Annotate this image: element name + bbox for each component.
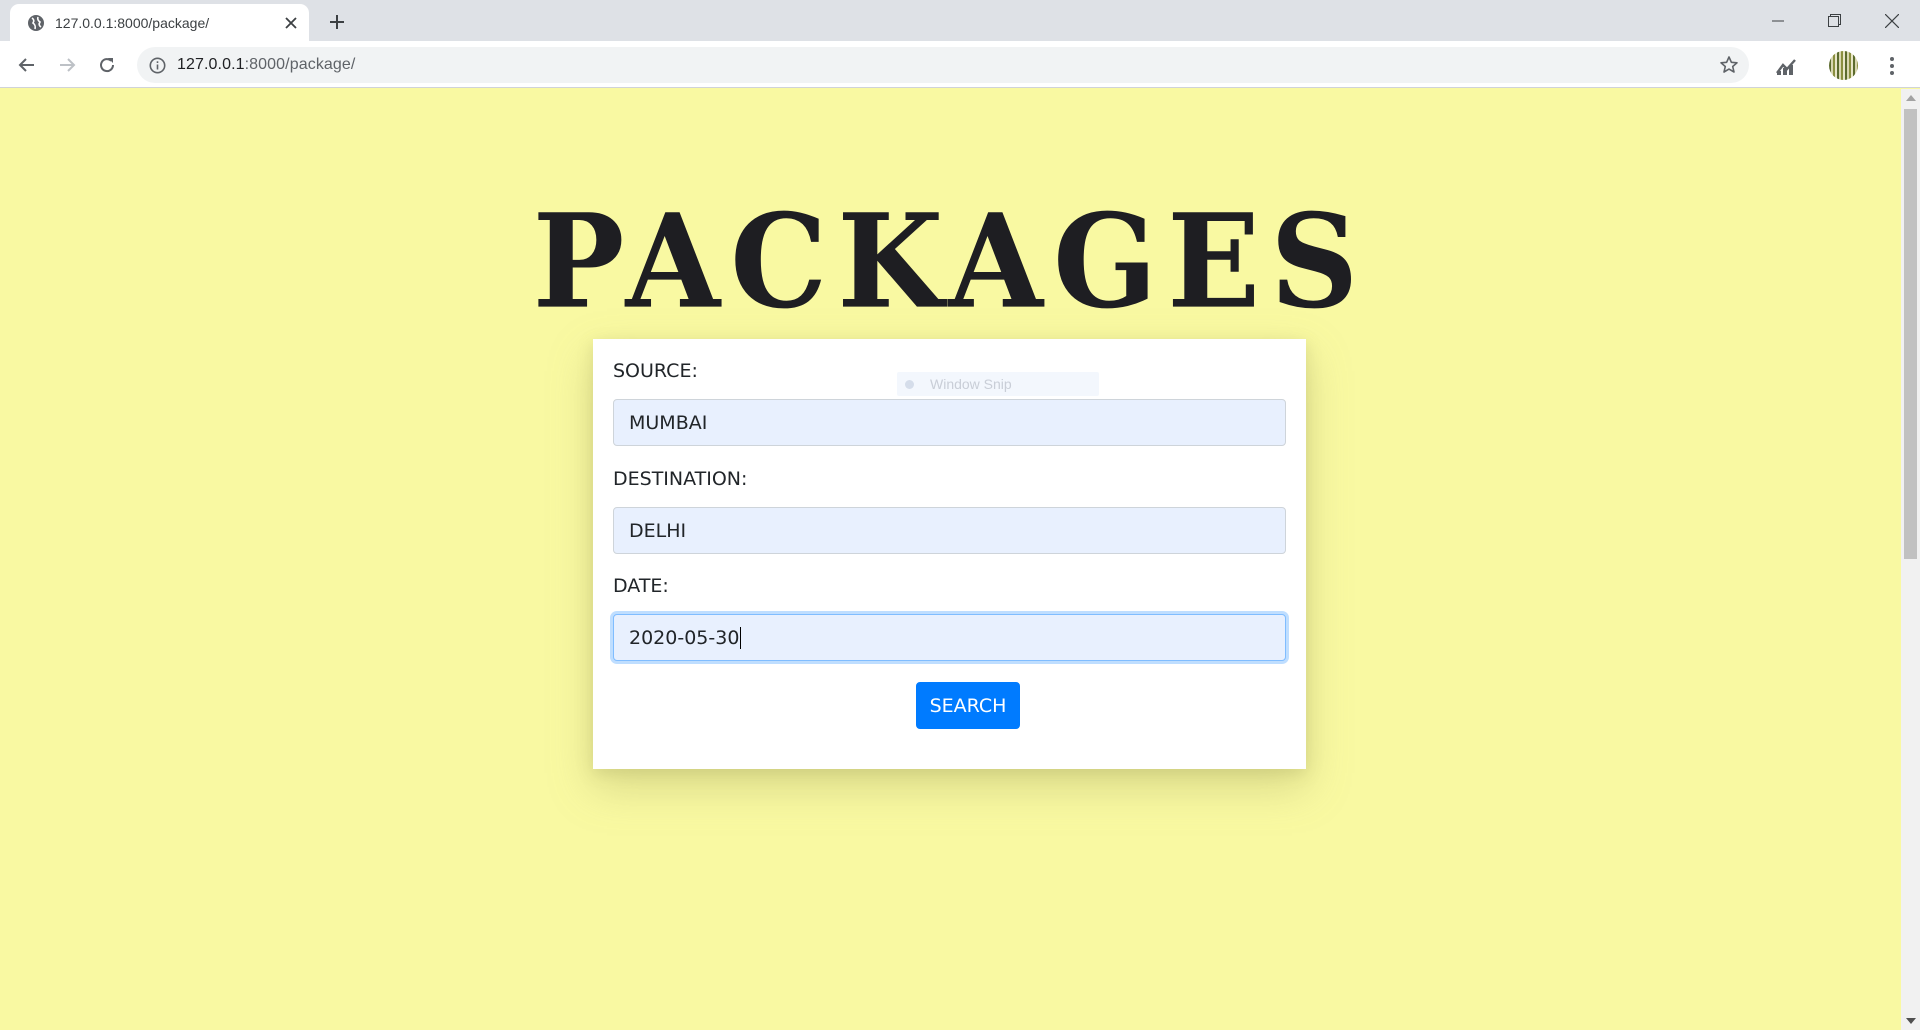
scroll-down-arrow-icon[interactable] <box>1906 1018 1916 1024</box>
url-host: 127.0.0.1 <box>177 56 245 73</box>
address-bar[interactable]: 127.0.0.1:8000/package/ <box>137 47 1749 83</box>
forward-icon[interactable] <box>52 50 82 80</box>
search-form-card: SOURCE: MUMBAI DESTINATION: DELHI DATE: … <box>593 339 1306 769</box>
destination-value: DELHI <box>629 519 687 542</box>
source-label: SOURCE: <box>613 360 698 382</box>
date-label: DATE: <box>613 575 669 597</box>
browser-tabstrip: 127.0.0.1:8000/package/ <box>0 0 1920 41</box>
extension-chart-icon[interactable] <box>1774 54 1798 78</box>
scroll-up-arrow-icon[interactable] <box>1906 95 1916 101</box>
browser-tab[interactable]: 127.0.0.1:8000/package/ <box>10 4 309 41</box>
site-info-icon[interactable] <box>149 57 166 74</box>
page-viewport: PACKAGES SOURCE: MUMBAI DESTINATION: DEL… <box>0 89 1901 1030</box>
source-input[interactable]: MUMBAI <box>613 399 1286 446</box>
more-menu-icon[interactable] <box>1880 52 1904 80</box>
profile-avatar[interactable] <box>1829 51 1858 80</box>
url-path: :8000/package/ <box>244 56 356 73</box>
vertical-scrollbar[interactable] <box>1901 89 1920 1030</box>
close-tab-icon[interactable] <box>281 13 301 33</box>
date-value: 2020-05-30 <box>629 626 740 649</box>
scroll-thumb[interactable] <box>1904 109 1917 559</box>
minimize-icon[interactable] <box>1749 0 1806 41</box>
reload-icon[interactable] <box>92 50 122 80</box>
window-snip-overlay: Window Snip <box>897 372 1099 396</box>
url-text[interactable]: 127.0.0.1:8000/package/ <box>177 56 355 74</box>
snip-label: Window Snip <box>930 376 1012 392</box>
snip-dot-icon <box>905 380 914 389</box>
back-icon[interactable] <box>12 50 42 80</box>
page-title: PACKAGES <box>532 184 1369 338</box>
destination-label: DESTINATION: <box>613 468 748 490</box>
text-caret <box>740 626 742 649</box>
globe-icon <box>28 15 44 31</box>
source-value: MUMBAI <box>629 411 708 434</box>
search-button[interactable]: SEARCH <box>916 682 1020 729</box>
browser-toolbar: 127.0.0.1:8000/package/ <box>0 41 1920 88</box>
tab-title: 127.0.0.1:8000/package/ <box>55 15 210 31</box>
date-input[interactable]: 2020-05-30 <box>613 614 1286 661</box>
bookmark-star-icon[interactable] <box>1719 55 1739 75</box>
destination-input[interactable]: DELHI <box>613 507 1286 554</box>
close-window-icon[interactable] <box>1863 0 1920 41</box>
new-tab-icon[interactable] <box>325 10 349 34</box>
restore-icon[interactable] <box>1806 0 1863 41</box>
